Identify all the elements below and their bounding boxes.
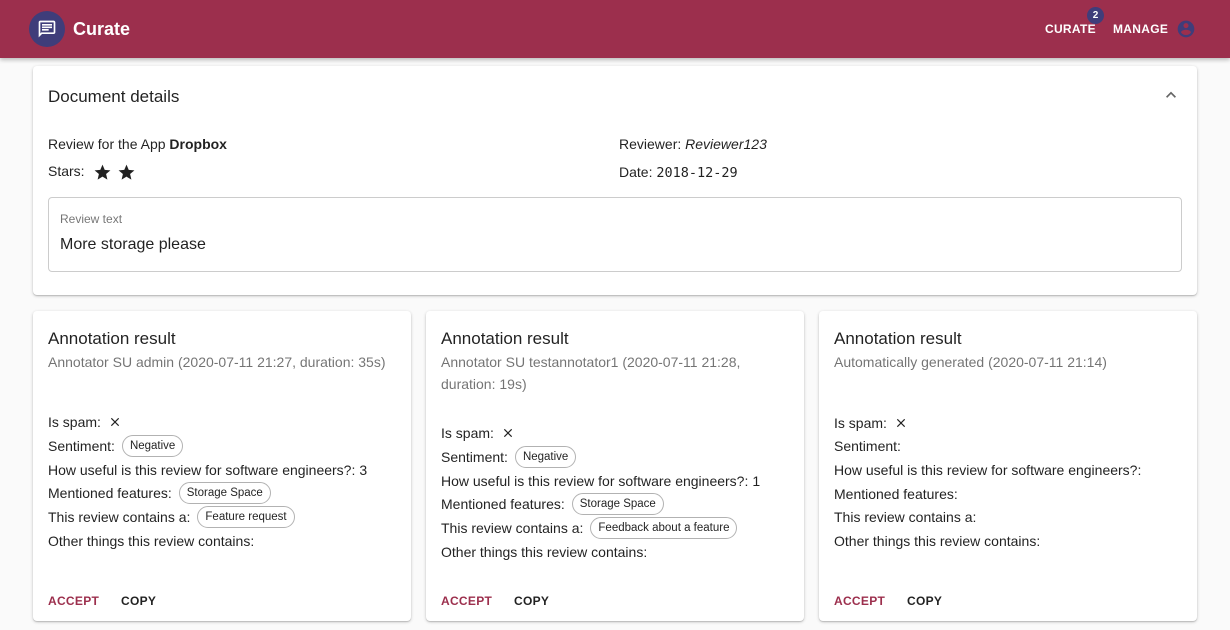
accept-button[interactable]: ACCEPT — [834, 594, 885, 608]
is-spam-label: Is spam: — [441, 425, 494, 441]
features-field: Mentioned features: Storage Space — [441, 492, 664, 516]
stars-rating — [88, 163, 136, 182]
annotation-card: Annotation result Automatically generate… — [819, 311, 1197, 621]
close-icon — [108, 415, 122, 429]
annotation-title: Annotation result — [48, 329, 176, 348]
other-label: Other things this review contains: — [48, 533, 255, 549]
features-label: Mentioned features: — [834, 486, 958, 502]
date-label: Date: — [619, 164, 653, 180]
star-icon — [93, 163, 112, 182]
usefulness-label: How useful is this review for software e… — [834, 462, 1142, 478]
annotation-subtitle: Automatically generated (2020-07-11 21:1… — [834, 354, 1107, 370]
document-details-card: Document details Review for the App Drop… — [33, 66, 1197, 295]
review-text-box: Review text More storage please — [48, 197, 1182, 272]
chat-bubble-icon — [29, 11, 65, 47]
sentiment-field: Sentiment: — [834, 434, 901, 458]
sentiment-label: Sentiment: — [48, 438, 115, 454]
annotation-subtitle: Annotator SU admin (2020-07-11 21:27, du… — [48, 354, 386, 370]
features-field: Mentioned features: — [834, 482, 958, 506]
usefulness-value: 1 — [752, 473, 761, 489]
star-icon — [117, 163, 136, 182]
nav-curate-button[interactable]: CURATE — [1045, 22, 1096, 36]
usefulness-field: How useful is this review for software e… — [48, 458, 367, 482]
stars-line: Stars: — [48, 163, 136, 182]
reviewer-label: Reviewer: — [619, 136, 682, 152]
other-field: Other things this review contains: — [834, 529, 1040, 553]
features-label: Mentioned features: — [441, 496, 565, 512]
contains-field: This review contains a: Feedback about a… — [441, 516, 738, 540]
contains-label: This review contains a: — [441, 520, 584, 536]
review-text: More storage please — [60, 236, 206, 253]
review-text-label: Review text — [60, 212, 123, 226]
annotation-card: Annotation result Annotator SU testannot… — [426, 311, 804, 621]
is-spam-field: Is spam: — [441, 421, 515, 445]
usefulness-value: 3 — [359, 462, 368, 478]
features-label: Mentioned features: — [48, 485, 172, 501]
app-bar: Curate CURATE 2 MANAGE — [0, 0, 1230, 58]
sentiment-field: Sentiment: Negative — [48, 434, 184, 458]
feature-chip: Storage Space — [178, 482, 271, 504]
date-value: 2018-12-29 — [656, 165, 738, 181]
other-field: Other things this review contains: — [48, 529, 254, 553]
curate-count-badge: 2 — [1087, 7, 1104, 24]
is-spam-label: Is spam: — [834, 415, 887, 431]
sentiment-chip: Negative — [121, 435, 184, 457]
contains-field: This review contains a: — [834, 505, 976, 529]
annotation-title: Annotation result — [441, 329, 569, 348]
annotation-card: Annotation result Annotator SU admin (20… — [33, 311, 411, 621]
accept-button[interactable]: ACCEPT — [48, 594, 99, 608]
contains-label: This review contains a: — [48, 509, 191, 525]
contains-chip: Feature request — [197, 506, 295, 528]
annotation-title: Annotation result — [834, 329, 962, 348]
app-name: Dropbox — [169, 136, 227, 152]
contains-field: This review contains a: Feature request — [48, 505, 295, 529]
copy-button[interactable]: COPY — [514, 594, 549, 608]
contains-chip: Feedback about a feature — [590, 517, 738, 539]
sentiment-field: Sentiment: Negative — [441, 445, 577, 469]
stars-label: Stars: — [48, 163, 85, 180]
usefulness-field: How useful is this review for software e… — [834, 458, 1145, 482]
is-spam-field: Is spam: — [834, 411, 908, 435]
document-details-title: Document details — [48, 87, 180, 106]
nav-manage-button[interactable]: MANAGE — [1113, 22, 1168, 36]
accept-button[interactable]: ACCEPT — [441, 594, 492, 608]
copy-button[interactable]: COPY — [121, 594, 156, 608]
usefulness-label: How useful is this review for software e… — [441, 473, 749, 489]
close-icon — [894, 416, 908, 430]
usefulness-label: How useful is this review for software e… — [48, 462, 356, 478]
reviewer-line: Reviewer: Reviewer123 — [619, 136, 767, 152]
date-line: Date: 2018-12-29 — [619, 164, 738, 181]
sentiment-chip: Negative — [514, 446, 577, 468]
chevron-up-icon[interactable] — [1161, 85, 1181, 105]
app-line: Review for the App Dropbox — [48, 136, 227, 152]
usefulness-field: How useful is this review for software e… — [441, 469, 760, 493]
feature-chip: Storage Space — [571, 493, 664, 515]
account-circle-icon[interactable] — [1176, 19, 1196, 39]
features-field: Mentioned features: Storage Space — [48, 481, 271, 505]
contains-label: This review contains a: — [834, 509, 977, 525]
is-spam-field: Is spam: — [48, 410, 122, 434]
app-title: Curate — [73, 19, 131, 39]
other-label: Other things this review contains: — [441, 544, 648, 560]
annotation-subtitle: Annotator SU testannotator1 (2020-07-11 … — [441, 354, 741, 392]
is-spam-label: Is spam: — [48, 414, 101, 430]
reviewer-name: Reviewer123 — [685, 136, 767, 152]
other-label: Other things this review contains: — [834, 533, 1041, 549]
copy-button[interactable]: COPY — [907, 594, 942, 608]
close-icon — [501, 426, 515, 440]
sentiment-label: Sentiment: — [834, 438, 901, 454]
other-field: Other things this review contains: — [441, 540, 647, 564]
sentiment-label: Sentiment: — [441, 449, 508, 465]
app-prefix: Review for the App — [48, 136, 166, 152]
